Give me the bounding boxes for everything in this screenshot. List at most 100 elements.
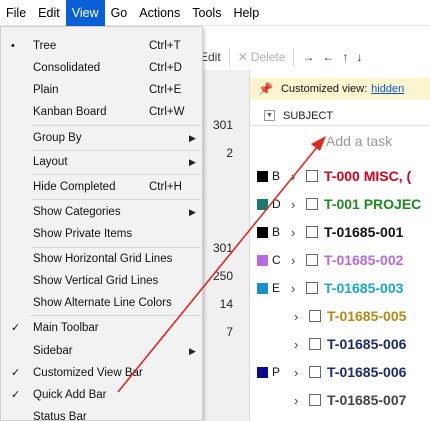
menu-item-label: Status Bar <box>33 411 87 421</box>
menu-item-shortcut: Ctrl+E <box>149 84 182 96</box>
task-row[interactable]: › T-01685-007 <box>250 386 430 414</box>
menu-help[interactable]: Help <box>227 0 265 26</box>
menu-item-label: Sidebar <box>33 345 73 357</box>
chevron-right-icon[interactable]: › <box>294 365 298 380</box>
view-menu-item-show-categories[interactable]: Show Categories ▶ <box>1 201 202 223</box>
task-checkbox[interactable] <box>309 366 321 378</box>
menu-actions[interactable]: Actions <box>133 0 186 26</box>
view-menu-item-alternate-line-colors[interactable]: Show Alternate Line Colors <box>1 292 202 314</box>
task-checkbox[interactable] <box>306 198 318 210</box>
close-icon: ✕ <box>237 50 248 64</box>
grid-count: 2 <box>226 146 233 160</box>
grid-count: 301 <box>212 241 233 255</box>
menu-item-shortcut: Ctrl+T <box>149 40 181 52</box>
task-row[interactable]: B › T-01685-001 <box>250 218 430 246</box>
task-checkbox[interactable] <box>309 394 321 406</box>
toolbar-separator <box>228 48 230 66</box>
task-row[interactable]: E › T-01685-003 <box>250 274 430 302</box>
view-menu-item-customized-view-bar[interactable]: ✓ Customized View Bar <box>1 362 202 384</box>
delete-button[interactable]: ✕ Delete <box>238 50 286 64</box>
chevron-right-icon[interactable]: › <box>294 393 298 408</box>
view-menu-item-main-toolbar[interactable]: ✓ Main Toolbar <box>1 317 202 339</box>
task-checkbox[interactable] <box>309 338 321 350</box>
quick-add-input[interactable]: Add a task <box>326 133 392 149</box>
task-checkbox[interactable] <box>306 254 318 266</box>
chevron-right-icon[interactable]: › <box>291 225 295 240</box>
view-menu-item-sidebar[interactable]: Sidebar ▶ <box>1 340 202 362</box>
task-checkbox[interactable] <box>306 170 318 182</box>
arrow-left-icon: ← <box>322 50 335 64</box>
arrow-right-icon: → <box>302 50 315 64</box>
category-letter: D <box>272 197 281 211</box>
chevron-right-icon[interactable]: › <box>294 337 298 352</box>
menu-tools[interactable]: Tools <box>186 0 227 26</box>
customized-view-bar: 📌 Customized view: hidden <box>250 78 430 100</box>
category-swatch <box>257 366 268 378</box>
category-swatch <box>257 170 268 182</box>
subject-column-header[interactable]: ▼ SUBJECT <box>250 106 430 126</box>
menu-item-label: Layout <box>33 156 68 168</box>
task-row[interactable]: C › T-01685-002 <box>250 246 430 274</box>
task-checkbox[interactable] <box>306 226 318 238</box>
customized-view-link[interactable]: hidden <box>371 83 404 95</box>
view-menu-item-status-bar[interactable]: Status Bar <box>1 406 202 421</box>
task-title: T-01685-001 <box>324 224 404 240</box>
menu-separator <box>31 174 201 175</box>
chevron-right-icon[interactable]: › <box>291 169 295 184</box>
edit-button-label: Edit <box>200 50 221 64</box>
task-row[interactable]: B › T-000 MISC, ( <box>250 162 430 190</box>
task-title: T-01685-005 <box>327 308 407 324</box>
menu-item-label: Show Horizontal Grid Lines <box>33 253 173 265</box>
chevron-right-icon[interactable]: › <box>291 253 295 268</box>
menu-item-label: Show Private Items <box>33 228 133 240</box>
view-menu-item-layout[interactable]: Layout ▶ <box>1 151 202 173</box>
checkmark-icon: ✓ <box>11 389 21 401</box>
chevron-down-icon[interactable]: ▼ <box>264 110 275 121</box>
pin-icon[interactable]: 📌 <box>258 82 273 96</box>
checkmark-icon: ✓ <box>11 367 21 379</box>
checkmark-icon: ✓ <box>11 322 21 334</box>
menu-edit[interactable]: Edit <box>32 0 66 26</box>
move-down-button[interactable]: ↓ <box>356 50 362 64</box>
task-title: T-01685-003 <box>324 280 404 296</box>
view-menu-item-quick-add-bar[interactable]: ✓ Quick Add Bar <box>1 384 202 406</box>
arrow-up-icon: ↑ <box>342 50 349 64</box>
task-checkbox[interactable] <box>306 282 318 294</box>
task-row[interactable]: D › T-001 PROJEC <box>250 190 430 218</box>
task-checkbox[interactable] <box>309 310 321 322</box>
chevron-right-icon[interactable]: › <box>291 281 295 296</box>
view-menu-item-group-by[interactable]: Group By ▶ <box>1 127 202 149</box>
view-menu-item-consolidated[interactable]: Consolidated Ctrl+D <box>1 57 202 79</box>
task-row[interactable]: P › T-01685-006 <box>250 358 430 386</box>
task-row[interactable]: › T-01685-006 <box>250 330 430 358</box>
category-swatch <box>257 226 268 238</box>
view-menu-item-hide-completed[interactable]: Hide Completed Ctrl+H <box>1 176 202 198</box>
menu-file[interactable]: File <box>0 0 32 26</box>
submenu-arrow-icon: ▶ <box>189 157 196 167</box>
edit-button[interactable]: Edit <box>200 50 221 64</box>
view-menu-item-show-private-items[interactable]: Show Private Items <box>1 223 202 245</box>
menu-view[interactable]: View <box>65 0 105 26</box>
view-menu-item-tree[interactable]: • Tree Ctrl+T <box>1 35 202 57</box>
view-menu-item-horizontal-grid-lines[interactable]: Show Horizontal Grid Lines <box>1 248 202 270</box>
view-menu-item-plain[interactable]: Plain Ctrl+E <box>1 79 202 101</box>
chevron-right-icon[interactable]: › <box>291 197 295 212</box>
view-menu-item-kanban-board[interactable]: Kanban Board Ctrl+W <box>1 101 202 123</box>
forward-button[interactable]: → <box>302 50 314 64</box>
submenu-arrow-icon: ▶ <box>189 346 196 356</box>
move-up-button[interactable]: ↑ <box>342 50 348 64</box>
menu-bar: File Edit View Go Actions Tools Help <box>0 0 430 26</box>
menu-item-shortcut: Ctrl+H <box>149 181 182 193</box>
menu-separator <box>31 315 201 316</box>
view-menu: • Tree Ctrl+T Consolidated Ctrl+D Plain … <box>0 26 203 421</box>
task-row[interactable]: › T-01685-005 <box>250 302 430 330</box>
menu-go[interactable]: Go <box>105 0 134 26</box>
chevron-right-icon[interactable]: › <box>294 309 298 324</box>
menu-item-label: Customized View Bar <box>33 367 143 379</box>
task-title: T-000 MISC, ( <box>324 168 412 184</box>
task-title: T-01685-006 <box>327 336 407 352</box>
back-button[interactable]: ← <box>322 50 334 64</box>
category-swatch <box>257 282 268 294</box>
main-toolbar: Edit ✕ Delete → ← ↑ ↓ <box>200 44 430 70</box>
view-menu-item-vertical-grid-lines[interactable]: Show Vertical Grid Lines <box>1 270 202 292</box>
